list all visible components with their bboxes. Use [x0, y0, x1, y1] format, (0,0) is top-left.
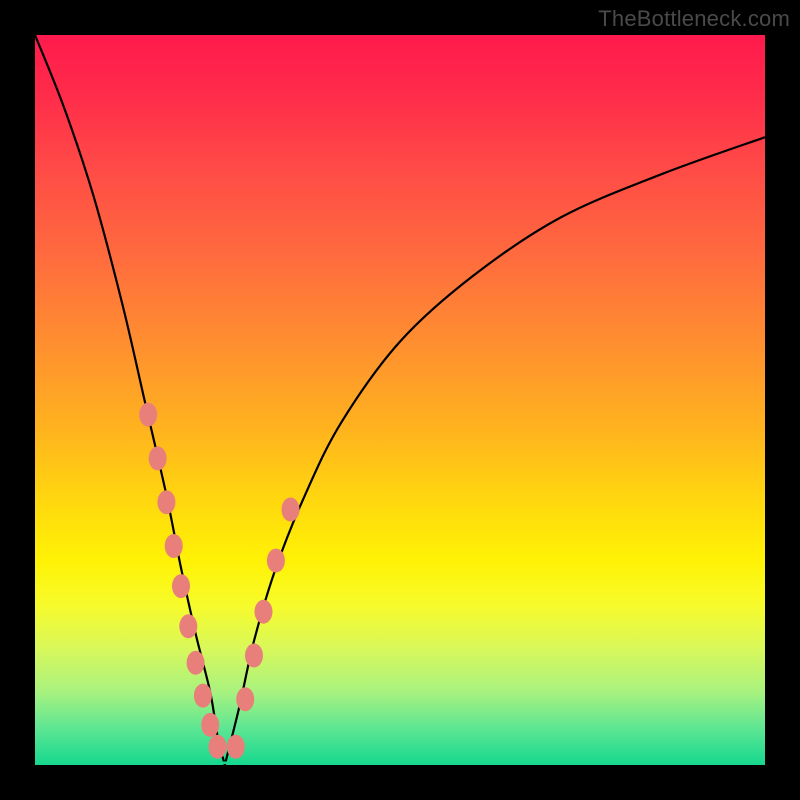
data-point-marker	[245, 644, 263, 668]
data-point-marker	[236, 687, 254, 711]
data-point-marker	[179, 614, 197, 638]
data-point-marker	[165, 534, 183, 558]
data-point-marker	[139, 403, 157, 427]
data-point-marker	[157, 490, 175, 514]
data-point-marker	[201, 713, 219, 737]
data-point-marker	[267, 549, 285, 573]
chart-svg	[35, 35, 765, 765]
marker-group	[139, 403, 299, 759]
data-point-marker	[149, 446, 167, 470]
data-point-marker	[172, 574, 190, 598]
curve-right-branch	[225, 137, 765, 765]
data-point-marker	[209, 735, 227, 759]
data-point-marker	[187, 651, 205, 675]
data-point-marker	[194, 684, 212, 708]
plot-area	[35, 35, 765, 765]
outer-frame: TheBottleneck.com	[0, 0, 800, 800]
data-point-marker	[282, 498, 300, 522]
data-point-marker	[227, 735, 245, 759]
data-point-marker	[254, 600, 272, 624]
watermark-text: TheBottleneck.com	[598, 6, 790, 32]
